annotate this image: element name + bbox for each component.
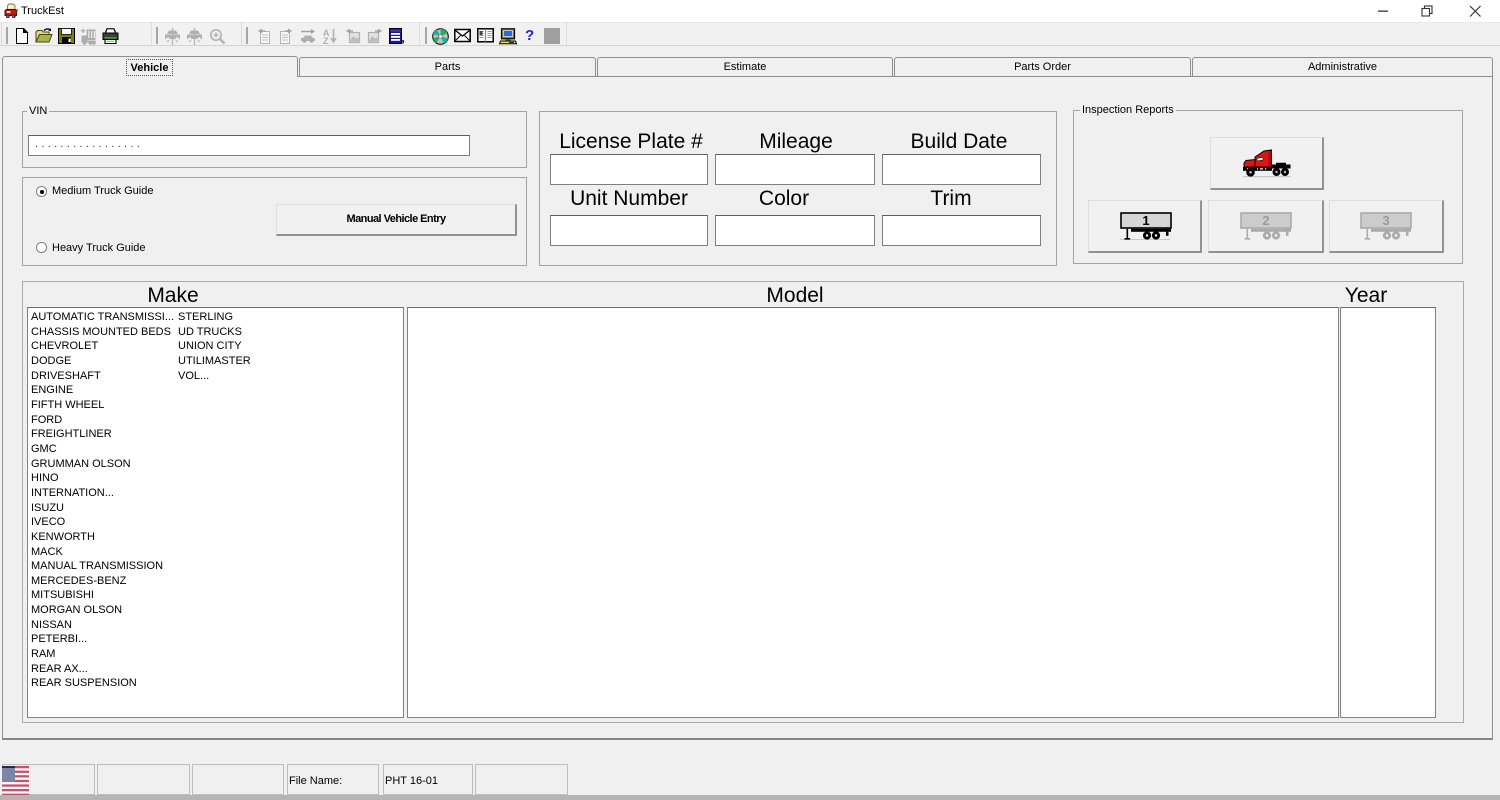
svg-text:Z: Z: [323, 36, 329, 45]
